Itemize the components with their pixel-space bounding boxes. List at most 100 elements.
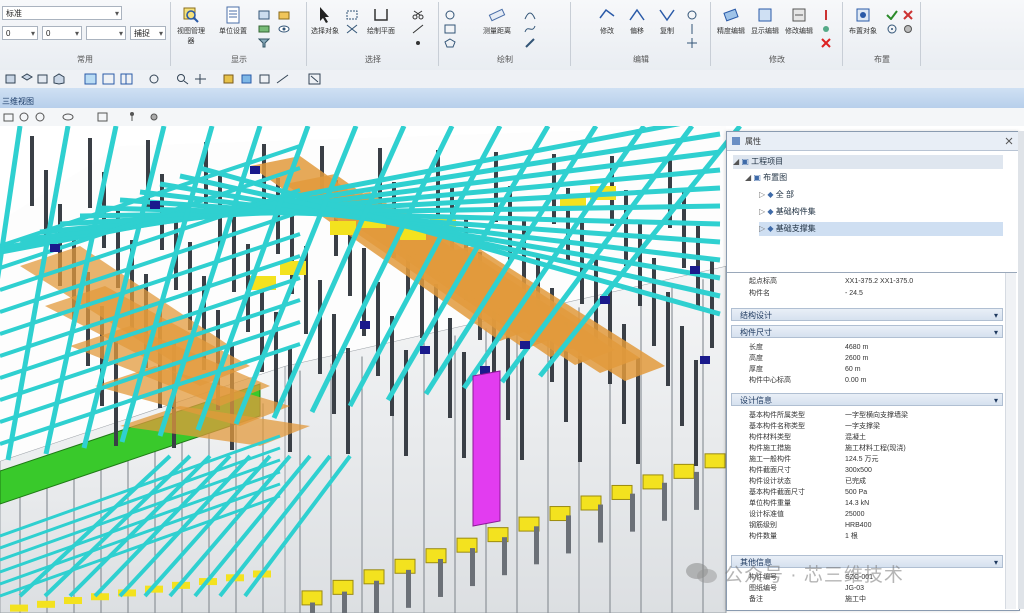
prop-value[interactable]: 2600 m (845, 354, 995, 364)
view-orbit-icon[interactable] (62, 111, 75, 123)
mirror-icon[interactable] (686, 24, 698, 34)
layer-combo[interactable]: 捕捉 (130, 26, 166, 41)
grid-icon[interactable] (258, 10, 270, 20)
prop-value[interactable]: 60 m (845, 365, 995, 375)
prop-value[interactable]: HRB400 (845, 521, 995, 531)
cube-side-icon[interactable] (36, 73, 49, 85)
circle-draw-icon[interactable] (444, 10, 456, 20)
prop-value[interactable]: 14.3 kN (845, 499, 995, 509)
modify-button[interactable]: 修改 (592, 6, 622, 36)
copy-button[interactable]: 复制 (652, 6, 682, 36)
support-column (288, 346, 292, 452)
wire-icon[interactable] (258, 73, 271, 85)
rotate-icon[interactable] (686, 10, 698, 20)
point-icon[interactable] (412, 38, 424, 48)
view-right-icon[interactable] (102, 73, 115, 85)
rotate-view-icon[interactable] (148, 73, 161, 85)
view-walk-icon[interactable] (126, 111, 139, 123)
view-manager-button[interactable]: 视图管理器 (176, 6, 206, 46)
render-icon[interactable] (222, 73, 235, 85)
support-column (346, 348, 350, 454)
polygon-draw-icon[interactable] (444, 38, 456, 48)
move-icon[interactable] (686, 38, 698, 48)
tree-child[interactable]: ◢ ▣ 布置图 (745, 171, 787, 185)
cube-front-icon[interactable] (4, 73, 17, 85)
prop-value[interactable]: 124.5 万元 (845, 455, 995, 465)
style-combo[interactable]: 标准 (2, 6, 122, 21)
cross-select-icon[interactable] (346, 24, 358, 34)
display-edit-button[interactable]: 显示编辑 (750, 6, 780, 36)
tree-item-all[interactable]: ▷ ◆ 全 部 (759, 188, 794, 202)
place-object-button[interactable]: 布置对象 (848, 6, 878, 36)
prop-value[interactable]: 0.00 m (845, 376, 995, 386)
section-header-size[interactable]: 构件尺寸 (731, 325, 1003, 339)
prop-value[interactable]: 500 Pa (845, 488, 995, 498)
target-icon[interactable] (886, 24, 898, 34)
line-icon[interactable] (412, 24, 424, 34)
section-icon[interactable] (276, 73, 289, 85)
spline-icon[interactable] (524, 24, 536, 34)
section-header-structure[interactable]: 结构设计 (731, 308, 1003, 322)
unit-setting-button[interactable]: 单位设置 (218, 6, 248, 36)
prop-value[interactable]: 施工中 (845, 595, 995, 605)
measure-button[interactable]: 测量距离 (482, 6, 512, 36)
unpin-icon[interactable] (820, 24, 832, 34)
zoom-view-icon[interactable] (176, 73, 189, 85)
tree-root[interactable]: ◢ ▣ 工程项目 (733, 155, 1003, 169)
viewport-scrollbar[interactable] (1018, 131, 1024, 609)
prop-value[interactable]: 一字支撑梁 (845, 422, 995, 432)
folder-icon[interactable] (278, 10, 290, 20)
view-zoom-in-icon[interactable] (18, 111, 31, 123)
select-object-button[interactable]: 选择对象 (310, 6, 340, 36)
prop-value[interactable]: 已完成 (845, 477, 995, 487)
tree-item-support-selected[interactable]: ▷ ◆ 基础支撑集 (759, 222, 1003, 236)
prop-value[interactable]: 混凝土 (845, 433, 995, 443)
prop-value[interactable]: - 24.5 (845, 289, 995, 299)
window-select-icon[interactable] (346, 10, 358, 20)
offset-button[interactable]: 偏移 (622, 6, 652, 36)
precision-edit-button[interactable]: 精度编辑 (716, 6, 746, 36)
view-grid-icon[interactable] (120, 73, 133, 85)
rect-draw-icon[interactable] (444, 24, 456, 34)
working-plane-button[interactable]: 绘制平面 (366, 6, 396, 36)
view-settings-icon[interactable] (148, 111, 161, 123)
size-combo[interactable]: 0 (2, 26, 38, 41)
shade-icon[interactable] (240, 73, 253, 85)
view-fit-icon[interactable] (96, 111, 109, 123)
layer-icon[interactable] (258, 24, 270, 34)
angle-combo[interactable]: 0 (42, 26, 82, 41)
view-home-icon[interactable] (2, 111, 15, 123)
fullscreen-icon[interactable] (308, 73, 321, 85)
view-left-icon[interactable] (84, 73, 97, 85)
prop-value[interactable]: XX1-375.2 XX1-375.0 (845, 277, 995, 287)
delete-icon[interactable] (820, 38, 832, 48)
prop-value[interactable]: 施工材料工程(现浇) (845, 444, 995, 454)
scissors-icon[interactable] (412, 10, 424, 20)
prop-value[interactable]: 300x500 (845, 466, 995, 476)
view-zoom-out-icon[interactable] (34, 111, 47, 123)
prop-value[interactable]: 1 根 (845, 532, 995, 542)
prop-value[interactable]: 4680 m (845, 343, 995, 353)
modify-edit-button[interactable]: 修改编辑 (784, 6, 814, 36)
cube-iso-icon[interactable] (52, 73, 65, 85)
filter-icon[interactable] (258, 38, 270, 48)
pan-view-icon[interactable] (194, 73, 207, 85)
eye-icon[interactable] (278, 24, 290, 34)
check-icon[interactable] (886, 10, 898, 20)
section-header-design[interactable]: 设计信息 (731, 393, 1003, 407)
pin-icon[interactable] (820, 10, 832, 20)
arc-icon[interactable] (524, 10, 536, 20)
navy-connector (420, 346, 430, 354)
panel-close-icon[interactable] (1005, 137, 1013, 145)
tree-item-base[interactable]: ▷ ◆ 基础构件集 (759, 205, 816, 219)
pen-icon[interactable] (524, 38, 536, 48)
ratio-combo[interactable] (86, 26, 126, 41)
close-icon[interactable] (902, 10, 914, 20)
gear-icon[interactable] (902, 24, 914, 34)
cube-top-icon[interactable] (20, 73, 33, 85)
selected-component-highlight[interactable] (472, 370, 501, 527)
prop-key: 钢筋级别 (749, 522, 777, 529)
prop-value[interactable]: 一字型横向支撑墙梁 (845, 411, 995, 421)
prop-value[interactable]: 25000 (845, 510, 995, 520)
property-scrollbar[interactable] (1005, 273, 1016, 609)
